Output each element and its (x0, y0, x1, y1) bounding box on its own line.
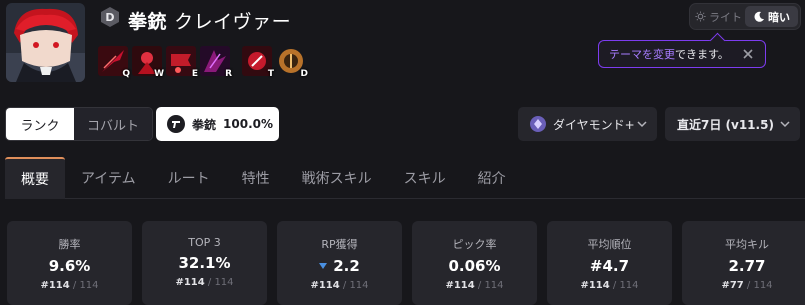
weapon-name: 拳銃 (128, 11, 168, 33)
stat-label: TOP 3 (188, 236, 221, 249)
stat-card-rp-gain: RP獲得 2.2 #114 / 114 (277, 221, 402, 305)
skill-icons: Q W E R T D (98, 46, 310, 79)
stat-label: 勝率 (58, 238, 81, 251)
stat-value: 0.06% (448, 257, 501, 275)
skill-d-icon[interactable]: D (276, 46, 308, 79)
stat-card-top3: TOP 3 32.1% #114 / 114 (142, 221, 267, 305)
tab-intro[interactable]: 紹介 (462, 157, 522, 199)
theme-light-label: ライト (709, 10, 742, 24)
close-icon[interactable] (741, 47, 755, 61)
skill-r-icon[interactable]: R (200, 46, 232, 79)
theme-dark-option[interactable]: 暗い (745, 6, 798, 27)
skill-key-label: D (300, 69, 308, 79)
character-portrait (6, 3, 85, 82)
stats-row: 勝率 9.6% #114 / 114 TOP 3 32.1% #114 / 11… (7, 221, 805, 305)
stat-label: 平均順位 (587, 238, 632, 251)
period-dropdown-label: 直近7日 (v11.5) (677, 117, 774, 132)
moon-icon (754, 11, 764, 22)
skill-key-label: Q (122, 69, 130, 79)
skill-e-icon[interactable]: E (166, 46, 198, 79)
tooltip-text: できます。 (675, 48, 729, 61)
grade-badge: D (99, 6, 121, 28)
skill-key-label: T (267, 69, 274, 79)
weapon-filter-pct: 100.0% (223, 117, 273, 131)
tab-tactical-skill[interactable]: 戦術スキル (286, 157, 388, 199)
pistol-icon (167, 115, 185, 133)
mode-rank-button[interactable]: ランク (6, 108, 74, 140)
tab-items[interactable]: アイテム (65, 157, 152, 199)
svg-text:D: D (105, 11, 114, 24)
theme-toggle: ライト 暗い (689, 3, 801, 30)
tier-dropdown[interactable]: ダイヤモンド+ (518, 107, 657, 141)
theme-dark-label: 暗い (768, 10, 790, 24)
mode-selector: ランク コバルト (5, 107, 153, 141)
stat-card-avg-placement: 平均順位 #4.7 #114 / 114 (547, 221, 672, 305)
skill-key-label: R (225, 69, 232, 79)
stat-value: 9.6% (48, 257, 91, 275)
theme-tooltip: テーマを変更 できます。 (598, 40, 766, 68)
stat-value: 32.1% (178, 254, 231, 272)
weapon-filter-label: 拳銃 (192, 117, 217, 132)
stat-rank: #114 / 114 (445, 280, 504, 291)
period-dropdown[interactable]: 直近7日 (v11.5) (665, 107, 800, 141)
stat-rank: #114 / 114 (310, 280, 369, 291)
skill-t-icon[interactable]: T (242, 46, 274, 79)
section-tabs: 概要 アイテム ルート 特性 戦術スキル スキル 紹介 (5, 157, 805, 199)
skill-key-label: W (154, 69, 164, 79)
tier-dropdown-label: ダイヤモンド+ (553, 117, 635, 132)
character-name: 拳銃 クレイヴァー (128, 7, 291, 34)
stat-rank: #114 / 114 (40, 280, 99, 291)
weapon-filter-button[interactable]: 拳銃 100.0% (156, 107, 279, 141)
stat-rank: #77 / 114 (721, 280, 773, 291)
chevron-down-icon (780, 121, 790, 128)
stat-value: 2.77 (728, 257, 766, 275)
mode-cobalt-button[interactable]: コバルト (74, 108, 152, 140)
sun-icon (695, 11, 706, 22)
stat-value: 2.2 (319, 257, 360, 275)
diamond-tier-icon (530, 116, 546, 132)
stat-label: 平均キル (725, 238, 769, 251)
stat-label: RP獲得 (321, 238, 358, 251)
tab-skills[interactable]: スキル (388, 157, 462, 199)
stat-rank: #114 / 114 (175, 277, 234, 288)
stat-card-avg-kills: 平均キル 2.77 #77 / 114 (682, 221, 805, 305)
skill-q-icon[interactable]: Q (98, 46, 130, 79)
character-title: クレイヴァー (174, 11, 292, 33)
stat-value: #4.7 (589, 257, 630, 275)
skill-key-label: E (191, 69, 198, 79)
stat-rank: #114 / 114 (580, 280, 639, 291)
skill-w-icon[interactable]: W (132, 46, 164, 79)
tooltip-highlight: テーマを変更 (609, 48, 675, 61)
theme-light-option[interactable]: ライト (692, 6, 745, 27)
tab-route[interactable]: ルート (152, 157, 226, 199)
trend-down-icon (319, 263, 328, 269)
chevron-down-icon (637, 121, 647, 128)
stat-card-win-rate: 勝率 9.6% #114 / 114 (7, 221, 132, 305)
stat-label: ピック率 (452, 238, 497, 251)
tab-overview[interactable]: 概要 (5, 157, 65, 199)
tab-traits[interactable]: 特性 (226, 157, 286, 199)
stat-card-pick-rate: ピック率 0.06% #114 / 114 (412, 221, 537, 305)
